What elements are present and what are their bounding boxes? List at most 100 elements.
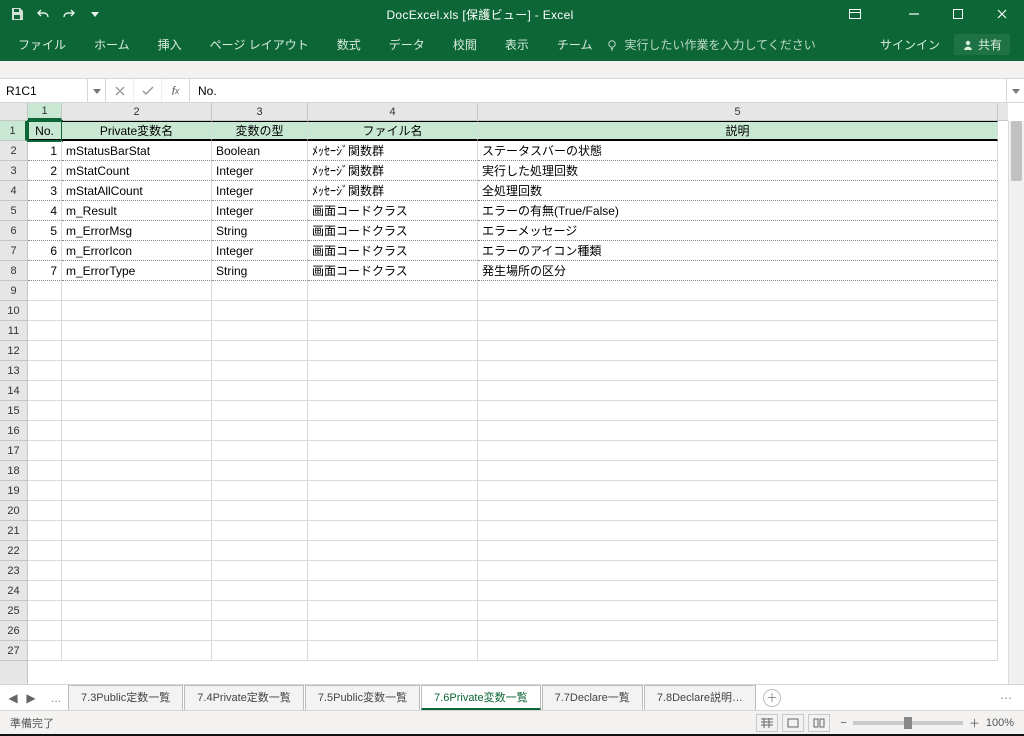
row-header[interactable]: 12 xyxy=(0,341,27,361)
cell[interactable] xyxy=(28,381,62,401)
cell[interactable] xyxy=(478,561,998,581)
cell[interactable] xyxy=(478,401,998,421)
row-header[interactable]: 13 xyxy=(0,361,27,381)
cell[interactable] xyxy=(62,501,212,521)
scrollbar-thumb[interactable] xyxy=(1011,121,1022,181)
row-header[interactable]: 26 xyxy=(0,621,27,641)
cell[interactable]: Integer xyxy=(212,161,308,181)
cell[interactable] xyxy=(28,501,62,521)
cell[interactable] xyxy=(478,601,998,621)
cell[interactable] xyxy=(28,341,62,361)
column-header[interactable]: 3 xyxy=(212,103,308,120)
sheet-tab[interactable]: 7.6Private変数一覧 xyxy=(421,685,541,710)
cell[interactable] xyxy=(62,621,212,641)
cell[interactable]: m_ErrorIcon xyxy=(62,241,212,261)
cell[interactable] xyxy=(212,381,308,401)
cell[interactable]: 7 xyxy=(28,261,62,281)
cell[interactable] xyxy=(308,501,478,521)
enter-formula-button[interactable] xyxy=(134,79,162,102)
cell[interactable] xyxy=(478,441,998,461)
row-header[interactable]: 25 xyxy=(0,601,27,621)
cell[interactable] xyxy=(212,481,308,501)
cell[interactable] xyxy=(478,421,998,441)
cell[interactable] xyxy=(28,641,62,661)
column-header[interactable]: 5 xyxy=(478,103,998,120)
cell[interactable] xyxy=(28,621,62,641)
cell[interactable]: 3 xyxy=(28,181,62,201)
sheet-tabs-overflow-icon[interactable]: ⋯ xyxy=(1000,691,1018,705)
cell[interactable] xyxy=(308,601,478,621)
cell[interactable] xyxy=(28,301,62,321)
cell[interactable] xyxy=(28,401,62,421)
cell[interactable] xyxy=(478,281,998,301)
cell[interactable] xyxy=(308,541,478,561)
fx-icon[interactable]: fx xyxy=(162,79,190,102)
cell[interactable] xyxy=(212,341,308,361)
cell[interactable] xyxy=(308,401,478,421)
cell[interactable] xyxy=(308,301,478,321)
cell[interactable] xyxy=(28,481,62,501)
cell[interactable] xyxy=(28,361,62,381)
cell[interactable] xyxy=(212,501,308,521)
qat-customize-icon[interactable] xyxy=(84,3,106,25)
cell[interactable] xyxy=(212,401,308,421)
cell[interactable] xyxy=(478,541,998,561)
cell[interactable] xyxy=(308,481,478,501)
vertical-scrollbar[interactable] xyxy=(1008,121,1024,684)
cell[interactable]: String xyxy=(212,261,308,281)
cell[interactable]: 発生場所の区分 xyxy=(478,261,998,281)
tab-review[interactable]: 校閲 xyxy=(439,28,491,61)
cell[interactable] xyxy=(28,541,62,561)
column-header[interactable]: 1 xyxy=(28,103,62,120)
cell[interactable] xyxy=(308,381,478,401)
cell[interactable]: m_ErrorMsg xyxy=(62,221,212,241)
sheet-tab[interactable]: 7.3Public定数一覧 xyxy=(68,685,183,710)
cell[interactable]: Integer xyxy=(212,241,308,261)
cell[interactable]: 5 xyxy=(28,221,62,241)
cell[interactable] xyxy=(308,281,478,301)
cell[interactable] xyxy=(478,521,998,541)
sheet-overflow-left[interactable]: ... xyxy=(45,691,67,705)
row-header[interactable]: 20 xyxy=(0,501,27,521)
column-headers[interactable]: 12345 xyxy=(28,103,1008,121)
cell[interactable] xyxy=(478,641,998,661)
cell[interactable] xyxy=(212,441,308,461)
cell[interactable] xyxy=(308,461,478,481)
cell[interactable] xyxy=(62,441,212,461)
row-header[interactable]: 24 xyxy=(0,581,27,601)
cell[interactable]: m_Result xyxy=(62,201,212,221)
cell[interactable] xyxy=(212,361,308,381)
cell[interactable] xyxy=(62,321,212,341)
cell-area[interactable]: No.Private変数名変数の型ファイル名説明1mStatusBarStatB… xyxy=(28,121,1008,684)
cell[interactable]: 2 xyxy=(28,161,62,181)
select-all-corner[interactable] xyxy=(0,103,28,121)
tab-insert[interactable]: 挿入 xyxy=(144,28,196,61)
zoom-value[interactable]: 100% xyxy=(986,717,1014,729)
cell[interactable] xyxy=(62,381,212,401)
cell[interactable] xyxy=(212,581,308,601)
row-header[interactable]: 9 xyxy=(0,281,27,301)
cell[interactable] xyxy=(62,641,212,661)
tab-page-layout[interactable]: ページ レイアウト xyxy=(196,28,323,61)
cell[interactable]: 画面コードクラス xyxy=(308,221,478,241)
row-header[interactable]: 19 xyxy=(0,481,27,501)
cell[interactable]: ファイル名 xyxy=(308,121,478,141)
page-layout-view-button[interactable] xyxy=(782,714,804,732)
cell[interactable]: mStatCount xyxy=(62,161,212,181)
row-header[interactable]: 2 xyxy=(0,141,27,161)
tab-home[interactable]: ホーム xyxy=(80,28,144,61)
signin-link[interactable]: サインイン xyxy=(880,36,940,53)
cell[interactable]: 画面コードクラス xyxy=(308,261,478,281)
cell[interactable] xyxy=(28,521,62,541)
cell[interactable] xyxy=(308,641,478,661)
cell[interactable] xyxy=(478,321,998,341)
row-header[interactable]: 27 xyxy=(0,641,27,661)
cell[interactable] xyxy=(62,541,212,561)
cell[interactable]: 実行した処理回数 xyxy=(478,161,998,181)
zoom-in-button[interactable]: ＋ xyxy=(969,715,980,731)
cell[interactable] xyxy=(28,421,62,441)
cell[interactable] xyxy=(28,601,62,621)
cell[interactable]: 4 xyxy=(28,201,62,221)
cell[interactable] xyxy=(478,481,998,501)
cell[interactable] xyxy=(478,621,998,641)
